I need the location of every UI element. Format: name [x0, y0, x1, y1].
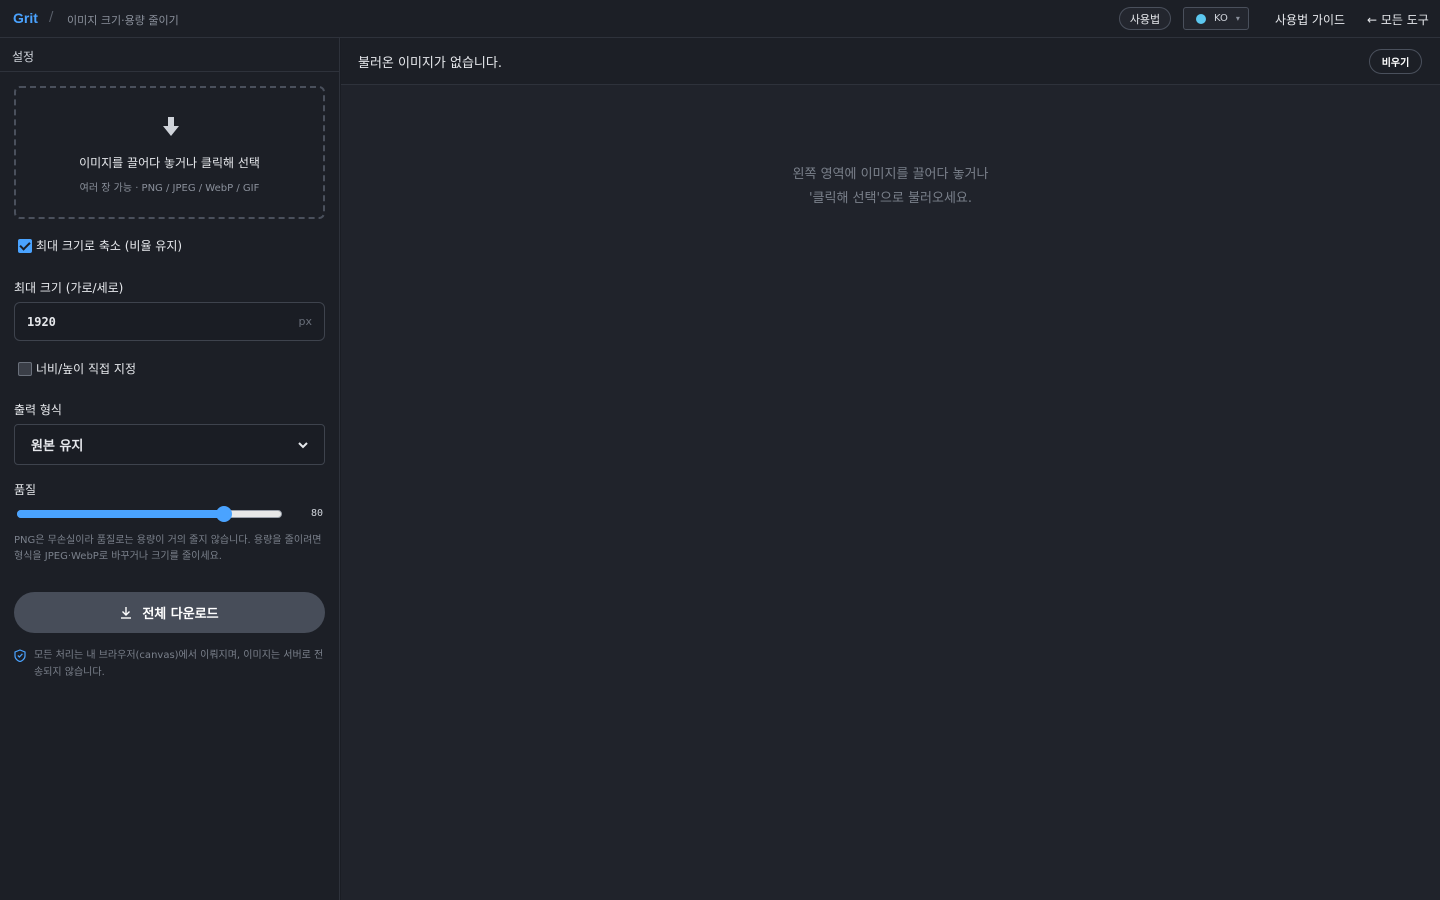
chevron-down-icon: ▾ [1235, 14, 1240, 23]
format-select[interactable]: 원본 유지 [14, 424, 325, 465]
custom-dims-checkbox[interactable] [18, 361, 32, 376]
status-text: 불러온 이미지가 없습니다. [358, 56, 502, 71]
privacy-note: 모든 처리는 내 브라우저(canvas)에서 이뤄지며, 이미지는 서버로 전… [14, 647, 326, 681]
max-size-unit: px [298, 315, 313, 328]
brand-logo[interactable]: Grit [13, 10, 38, 26]
shield-icon [14, 649, 26, 662]
quality-hint: PNG은 무손실이라 품질로는 용량이 거의 줄지 않습니다. 용량을 줄이려면… [14, 535, 322, 562]
breadcrumb-separator: / [49, 10, 54, 25]
sidebar-title: 설정 [0, 38, 339, 72]
format-value: 원본 유지 [31, 439, 84, 454]
max-size-input[interactable]: 1920 px [14, 302, 325, 341]
breadcrumb-page-title: 이미지 크기·용량 줄이기 [67, 14, 179, 27]
usage-button[interactable]: 사용법 [1119, 7, 1171, 30]
quality-value: 80 [311, 508, 324, 519]
dropzone-sub-text: 여러 장 가능 · PNG / JPEG / WebP / GIF [79, 183, 260, 194]
down-arrow-icon [163, 117, 179, 136]
format-label: 출력 형식 [14, 403, 62, 417]
privacy-text: 모든 처리는 내 브라우저(canvas)에서 이뤄지며, 이미지는 서버로 전… [34, 650, 324, 678]
quality-label: 품질 [14, 483, 37, 497]
chevron-down-icon [298, 441, 308, 448]
max-size-checkbox[interactable] [18, 238, 32, 253]
slider-fill [17, 510, 224, 518]
empty-line-2: '클릭해 선택'으로 불러오세요. [808, 191, 973, 206]
settings-sidebar: 설정 이미지를 끌어다 놓거나 클릭해 선택 여러 장 가능 · PNG / J… [0, 38, 340, 900]
custom-dims-checkbox-row[interactable]: 너비/높이 직접 지정 [18, 360, 136, 377]
quality-slider[interactable] [17, 506, 282, 522]
max-size-checkbox-label: 최대 크기로 축소 (비율 유지) [36, 239, 183, 253]
language-select[interactable]: KO ▾ [1183, 7, 1249, 30]
download-all-label: 전체 다운로드 [142, 607, 219, 622]
empty-state-message: 왼쪽 영역에 이미지를 끌어다 놓거나 '클릭해 선택'으로 불러오세요. [341, 163, 1440, 211]
clear-button[interactable]: 비우기 [1369, 49, 1422, 74]
empty-line-1: 왼쪽 영역에 이미지를 끌어다 놓거나 [792, 167, 989, 182]
all-tools-link[interactable]: ← 모든 도구 [1367, 11, 1429, 28]
globe-icon [1196, 13, 1206, 24]
download-all-button[interactable]: 전체 다운로드 [14, 592, 325, 633]
download-icon [121, 606, 132, 619]
custom-dims-checkbox-label: 너비/높이 직접 지정 [36, 362, 136, 376]
guide-link[interactable]: 사용법 가이드 [1275, 11, 1345, 28]
language-value: KO [1214, 13, 1228, 24]
dropzone-main-text: 이미지를 끌어다 놓거나 클릭해 선택 [79, 156, 260, 170]
main-panel: 불러온 이미지가 없습니다. 비우기 왼쪽 영역에 이미지를 끌어다 놓거나 '… [341, 38, 1440, 900]
max-size-value: 1920 [27, 314, 56, 329]
image-dropzone[interactable]: 이미지를 끌어다 놓거나 클릭해 선택 여러 장 가능 · PNG / JPEG… [14, 86, 325, 219]
main-header: 불러온 이미지가 없습니다. 비우기 [341, 38, 1440, 85]
max-size-label: 최대 크기 (가로/세로) [14, 281, 124, 295]
top-bar: Grit / 이미지 크기·용량 줄이기 사용법 KO ▾ 사용법 가이드 ← … [0, 0, 1440, 38]
slider-thumb[interactable] [215, 506, 232, 522]
max-size-checkbox-row[interactable]: 최대 크기로 축소 (비율 유지) [18, 237, 182, 254]
